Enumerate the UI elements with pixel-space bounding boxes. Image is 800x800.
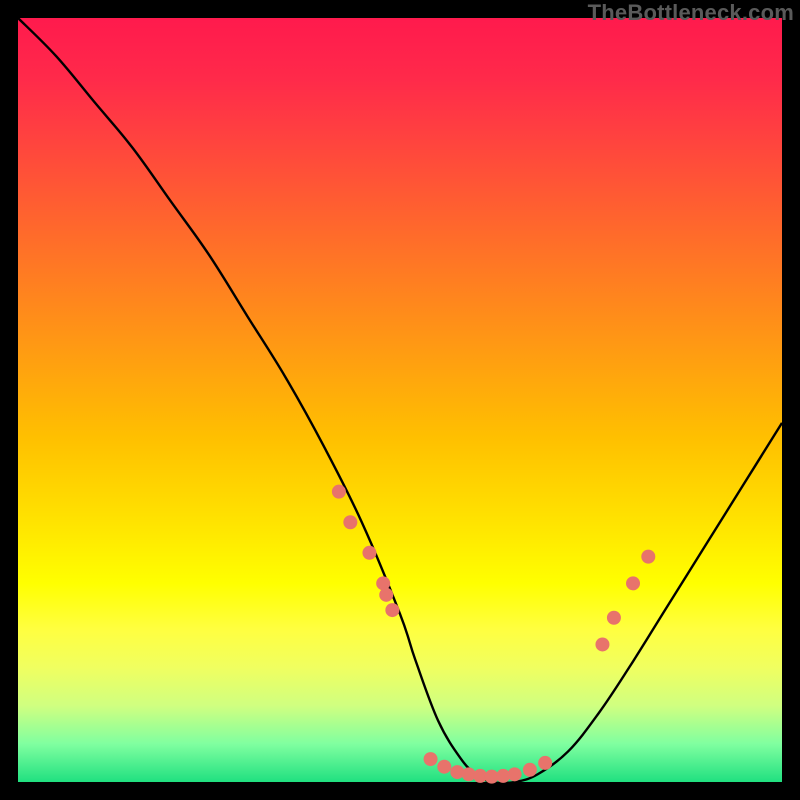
data-marker	[538, 756, 552, 770]
data-marker	[424, 752, 438, 766]
bottleneck-curve	[18, 18, 782, 783]
chart-frame: TheBottleneck.com	[0, 0, 800, 800]
data-marker	[385, 603, 399, 617]
data-marker	[607, 611, 621, 625]
marker-group	[332, 485, 655, 784]
data-marker	[641, 550, 655, 564]
data-marker	[437, 760, 451, 774]
plot-area	[18, 18, 782, 782]
watermark-text: TheBottleneck.com	[588, 0, 794, 26]
data-marker	[595, 637, 609, 651]
data-marker	[508, 767, 522, 781]
data-marker	[362, 546, 376, 560]
data-marker	[379, 588, 393, 602]
chart-svg	[18, 18, 782, 782]
data-marker	[626, 576, 640, 590]
data-marker	[332, 485, 346, 499]
data-marker	[523, 763, 537, 777]
data-marker	[343, 515, 357, 529]
